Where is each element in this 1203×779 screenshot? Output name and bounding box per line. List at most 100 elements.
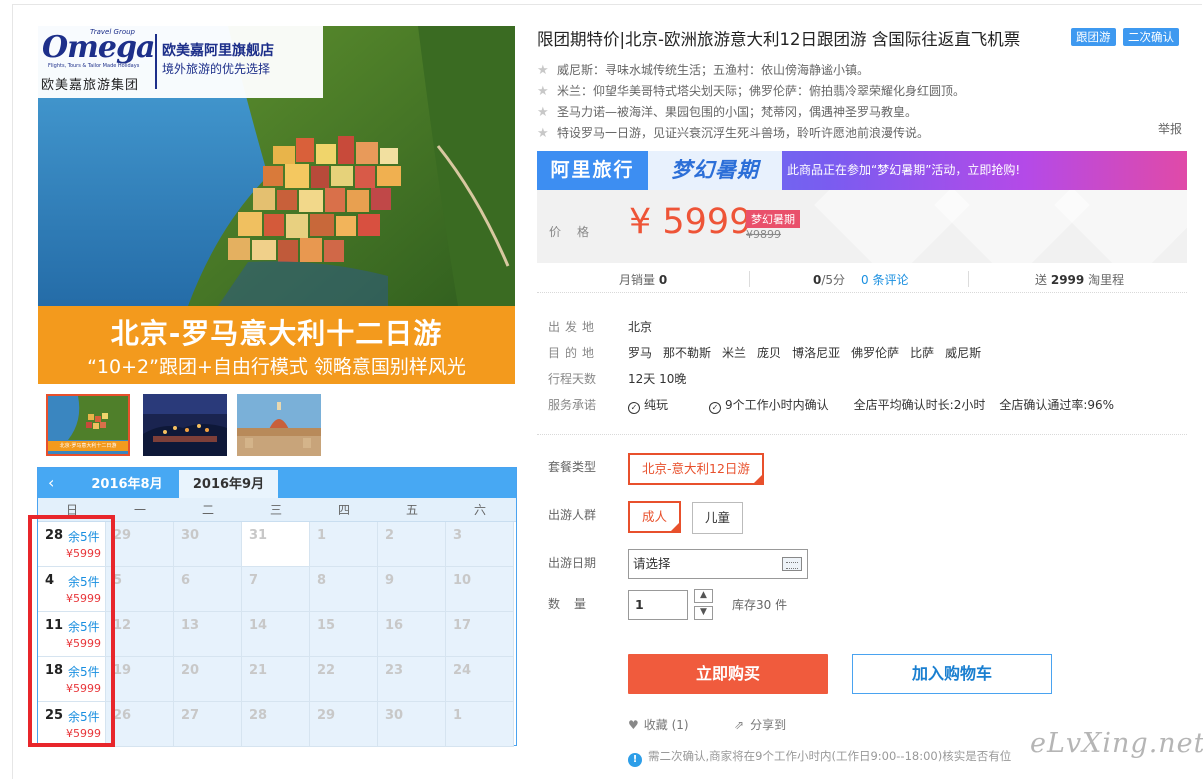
calendar-day: 26 bbox=[106, 702, 174, 747]
check-circle-icon: ✓ bbox=[628, 402, 640, 414]
calendar-day: 7 bbox=[242, 567, 310, 612]
star-icon: ★ bbox=[537, 105, 549, 120]
stats-row: 月销量 0 0/5分 0 条评论 送 2999 淘里程 bbox=[537, 267, 1187, 293]
logo-chinese-name: 欧美嘉旅游集团 bbox=[41, 78, 140, 93]
calendar-day-available[interactable]: 4 余5件 ¥5999 bbox=[38, 567, 106, 612]
package-option[interactable]: 北京-意大利12日游 bbox=[628, 453, 764, 485]
calendar-day: 21 bbox=[242, 657, 310, 702]
day-number: 28 bbox=[249, 708, 268, 723]
quantity-input[interactable]: 1 bbox=[628, 590, 688, 620]
calendar-day-available[interactable]: 25 余5件 ¥5999 bbox=[38, 702, 106, 747]
add-to-cart-button[interactable]: 加入购物车 bbox=[852, 654, 1052, 694]
star-icon: ★ bbox=[537, 63, 549, 78]
day-number: 17 bbox=[453, 618, 472, 633]
favorite-button[interactable]: ♥ 收藏 (1) bbox=[628, 716, 689, 733]
day-number: 22 bbox=[317, 663, 336, 678]
thumbnail-1[interactable]: 北京-罗马意大利十二日游 bbox=[46, 394, 130, 456]
calendar-grid: 28 余5件 ¥5999 29 30 31 1 2 3 4 余5件 ¥5999 5 6 7 8 9 10 11 余5件… bbox=[38, 522, 516, 747]
report-link[interactable]: 举报 bbox=[1158, 120, 1182, 137]
calendar-day-available[interactable]: 28 余5件 ¥5999 bbox=[38, 522, 106, 567]
share-button[interactable]: ⇗ 分享到 bbox=[734, 716, 786, 733]
day-number: 2 bbox=[385, 528, 395, 543]
day-number: 16 bbox=[385, 618, 404, 633]
list-item: ★ 特设罗马一日游，见证兴衰沉浮生死斗兽场，聆听许愿池前浪漫传说。 bbox=[537, 123, 1187, 144]
day-number: 10 bbox=[453, 573, 472, 588]
day-number: 19 bbox=[113, 663, 132, 678]
price-label: 价格 bbox=[549, 225, 606, 239]
promo-banner[interactable]: 阿里旅行 梦幻暑期 此商品正在参加“梦幻暑期”活动，立即抢购! bbox=[537, 151, 1187, 190]
confirm-rate: 全店确认通过率:96% bbox=[999, 398, 1115, 412]
shop-slogan: 境外旅游的优先选择 bbox=[162, 62, 271, 76]
image-banner: 北京-罗马意大利十二日游 “10+2”跟团+自由行模式 领略意国别样风光 bbox=[38, 306, 515, 384]
calendar-icon[interactable] bbox=[782, 557, 802, 571]
confirm-avg: 全店平均确认时长:2小时 bbox=[853, 398, 986, 412]
banner-subtitle: “10+2”跟团+自由行模式 领略意国别样风光 bbox=[87, 356, 466, 378]
people-option-child[interactable]: 儿童 bbox=[692, 502, 744, 534]
weekday-sun: 日 bbox=[65, 503, 78, 517]
calendar-day: 16 bbox=[378, 612, 446, 657]
weekday-sat: 六 bbox=[473, 503, 486, 517]
monthly-sales: 月销量 0 bbox=[619, 273, 668, 287]
calendar-day: 14 bbox=[242, 612, 310, 657]
days-label: 行程天数 bbox=[548, 372, 597, 386]
day-number: 20 bbox=[181, 663, 200, 678]
calendar-day: 29 bbox=[106, 522, 174, 567]
service-values: ✓ 纯玩 ✓ 9个工作小时内确认 全店平均确认时长:2小时 全店确认通过率:96% bbox=[628, 396, 1125, 414]
destination-label: 目的地 bbox=[548, 346, 600, 360]
calendar-day: 1 bbox=[446, 702, 514, 747]
departure-calendar: ‹ 2016年8月 2016年9月 日 一 二 三 四 五 六 28 余5件 ¥59… bbox=[37, 467, 517, 747]
package-label: 套餐类型 bbox=[548, 460, 597, 474]
departure-label: 出发地 bbox=[548, 320, 600, 334]
remaining-count: 余5件 bbox=[68, 710, 100, 724]
weekday-mon: 一 bbox=[133, 503, 146, 517]
calendar-day: 24 bbox=[446, 657, 514, 702]
watermark: eLvXing.net bbox=[1030, 728, 1203, 759]
day-price: ¥5999 bbox=[66, 637, 101, 650]
thumbnail-3[interactable] bbox=[237, 394, 321, 456]
day-number: 9 bbox=[385, 573, 395, 588]
weekday-thu: 四 bbox=[337, 503, 350, 517]
reviews-link[interactable]: 0 条评论 bbox=[861, 271, 908, 288]
weekday-wed: 三 bbox=[269, 503, 282, 517]
day-number: 4 bbox=[45, 573, 55, 588]
thumbnail-2[interactable] bbox=[143, 394, 227, 456]
list-item: ★ 圣马力诺—被海洋、果园包围的小国；梵蒂冈，偶遇神圣罗马教皇。 bbox=[537, 102, 1187, 123]
day-number: 26 bbox=[113, 708, 132, 723]
banner-title: 北京-罗马意大利十二日游 bbox=[110, 317, 443, 350]
calendar-day-available[interactable]: 11 余5件 ¥5999 bbox=[38, 612, 106, 657]
stock-text: 库存30 件 bbox=[732, 598, 788, 612]
shop-logo: Omega Travel Group Flights, Tours & Tail… bbox=[38, 26, 323, 98]
tab-september[interactable]: 2016年9月 bbox=[179, 470, 278, 498]
tag-group-tour: 跟团游 bbox=[1071, 28, 1116, 46]
calendar-day: 5 bbox=[106, 567, 174, 612]
calendar-day-available[interactable]: 18 余5件 ¥5999 bbox=[38, 657, 106, 702]
day-price: ¥5999 bbox=[66, 547, 101, 560]
day-number: 31 bbox=[249, 528, 268, 543]
info-icon: ! bbox=[628, 753, 642, 767]
tab-august[interactable]: 2016年8月 bbox=[81, 470, 173, 498]
people-label: 出游人群 bbox=[548, 508, 597, 522]
buy-now-button[interactable]: 立即购买 bbox=[628, 654, 828, 694]
remaining-count: 余5件 bbox=[68, 665, 100, 679]
day-number: 14 bbox=[249, 618, 268, 633]
chevron-left-icon[interactable]: ‹ bbox=[48, 473, 54, 492]
section-divider bbox=[537, 434, 1187, 435]
feature-list: ★ 威尼斯：寻味水城传统生活；五渔村：依山傍海静谧小镇。 ★ 米兰：仰望华美哥特式塔… bbox=[537, 60, 1187, 144]
price-campaign-tag: 梦幻暑期 bbox=[746, 210, 800, 228]
check-circle-icon: ✓ bbox=[709, 402, 722, 414]
day-number: 21 bbox=[249, 663, 268, 678]
date-select-input[interactable]: 请选择 bbox=[628, 549, 808, 579]
tag-second-confirm: 二次确认 bbox=[1123, 28, 1179, 46]
qty-label: 数量 bbox=[548, 597, 601, 611]
weekday-fri: 五 bbox=[405, 503, 418, 517]
chevron-up-icon[interactable]: ▲ bbox=[694, 589, 713, 603]
chevron-down-icon[interactable]: ▼ bbox=[694, 606, 713, 620]
people-option-adult[interactable]: 成人 bbox=[628, 501, 682, 533]
calendar-day: 29 bbox=[310, 702, 378, 747]
day-number: 1 bbox=[453, 708, 463, 723]
calendar-day: 22 bbox=[310, 657, 378, 702]
day-number: 3 bbox=[453, 528, 463, 543]
calendar-day: 30 bbox=[174, 522, 242, 567]
day-number: 25 bbox=[45, 708, 64, 723]
logo-travel-group: Travel Group bbox=[90, 28, 135, 36]
